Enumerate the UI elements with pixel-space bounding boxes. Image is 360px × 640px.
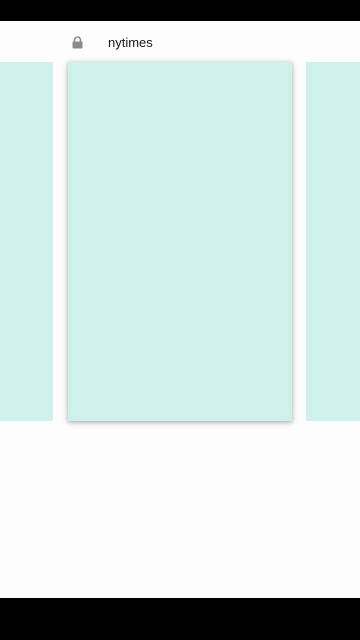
- tab-header: nytimes: [0, 21, 360, 63]
- navigation-bar: [0, 598, 360, 640]
- site-name-label: nytimes: [108, 35, 153, 50]
- lock-icon: [72, 36, 83, 49]
- next-page-card[interactable]: [306, 62, 360, 421]
- tab-switcher: nytimes: [0, 21, 360, 598]
- status-bar: [0, 0, 360, 21]
- previous-page-card[interactable]: [0, 62, 53, 421]
- current-page-card[interactable]: [68, 62, 292, 421]
